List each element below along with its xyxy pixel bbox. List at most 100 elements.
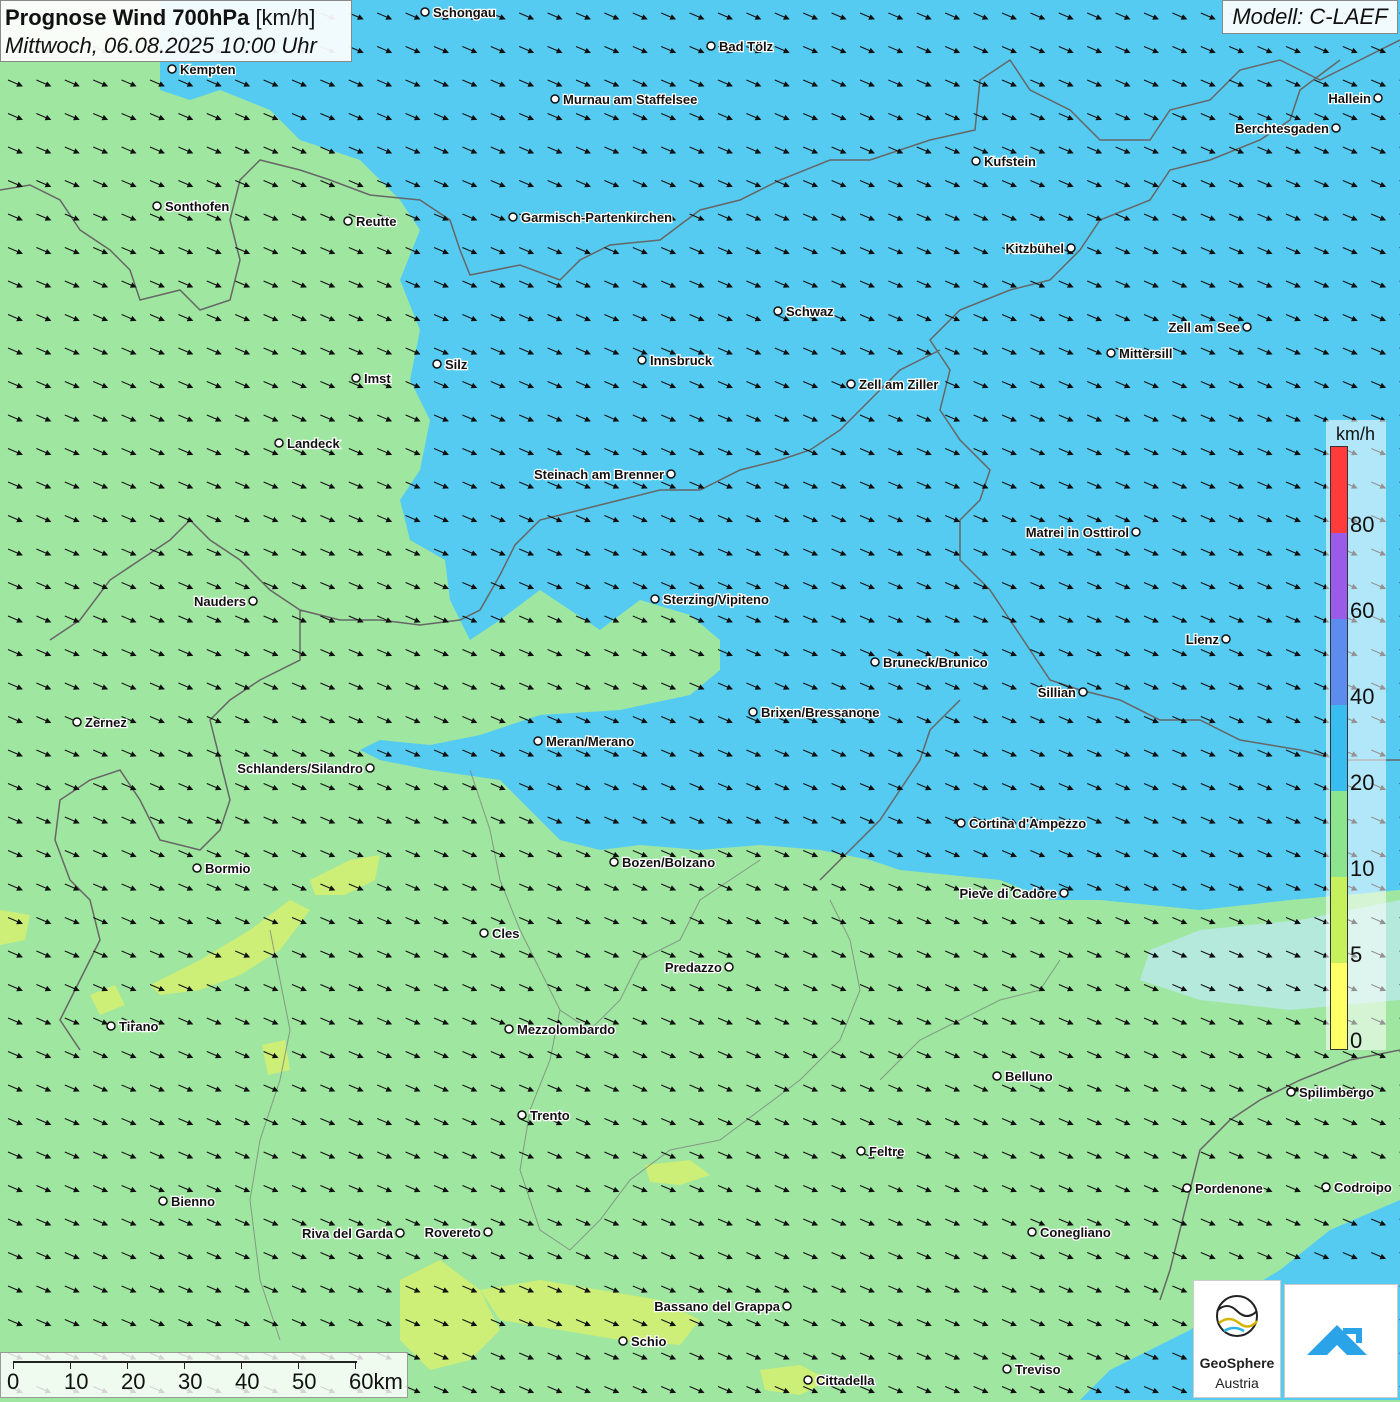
city-label: Kitzbühel (1006, 241, 1065, 256)
city-steinach-am-brenner: Steinach am Brenner (534, 467, 675, 482)
scale-tick (13, 1361, 14, 1369)
city-label: Conegliano (1040, 1225, 1111, 1240)
city-dot (638, 356, 646, 364)
city-berchtesgaden: Berchtesgaden (1235, 121, 1340, 136)
partner-logo[interactable] (1284, 1284, 1398, 1398)
city-label: Codroipo (1334, 1180, 1392, 1195)
legend-segment (1331, 705, 1347, 791)
city-label: Berchtesgaden (1235, 121, 1329, 136)
city-dot (518, 1111, 526, 1119)
city-pordenone: Pordenone (1183, 1181, 1263, 1196)
city-label: Landeck (287, 436, 341, 451)
city-dot (993, 1072, 1001, 1080)
city-label: Predazzo (665, 960, 722, 975)
title-box: Prognose Wind 700hPa [km/h] Mittwoch, 06… (0, 0, 352, 62)
city-label: Schio (631, 1334, 666, 1349)
city-label: Bassano del Grappa (654, 1299, 780, 1314)
legend-label: 40 (1350, 684, 1374, 710)
city-garmisch-partenkirchen: Garmisch-Partenkirchen (509, 210, 672, 225)
city-conegliano: Conegliano (1028, 1225, 1111, 1240)
city-label: Bad Tölz (719, 39, 774, 54)
city-zell-am-ziller: Zell am Ziller (847, 377, 938, 392)
city-dot (1107, 349, 1115, 357)
scale-label: 30 (178, 1369, 202, 1395)
city-label: Garmisch-Partenkirchen (521, 210, 672, 225)
city-murnau-am-staffelsee: Murnau am Staffelsee (551, 92, 697, 107)
city-dot (73, 718, 81, 726)
city-label: Bienno (171, 1194, 215, 1209)
city-dot (480, 929, 488, 937)
legend-unit: km/h (1336, 424, 1375, 445)
geosphere-logo[interactable]: GeoSphere Austria (1193, 1280, 1281, 1398)
city-dot (804, 1376, 812, 1384)
city-zell-am-see: Zell am See (1168, 320, 1251, 335)
city-label: Cortina d'Ampezzo (969, 816, 1086, 831)
city-dot (249, 597, 257, 605)
city-label: Kempten (180, 62, 236, 77)
city-dot (749, 708, 757, 716)
city-label: Rovereto (425, 1225, 481, 1240)
city-dot (344, 217, 352, 225)
logo-text-geosphere: GeoSphere (1194, 1355, 1280, 1371)
city-dot (275, 439, 283, 447)
logo-text-austria: Austria (1194, 1375, 1280, 1391)
partner-logo-icon (1285, 1285, 1397, 1397)
city-dot (783, 1302, 791, 1310)
city-riva-del-garda: Riva del Garda (302, 1226, 404, 1241)
city-label: Cles (492, 926, 519, 941)
city-dot (1067, 244, 1075, 252)
city-dot (433, 360, 441, 368)
city-dot (1322, 1183, 1330, 1191)
city-label: Belluno (1005, 1069, 1053, 1084)
city-dot (1028, 1228, 1036, 1236)
city-label: Spilimbergo (1299, 1085, 1374, 1100)
city-sterzing-vipiteno: Sterzing/Vipiteno (651, 592, 769, 607)
city-pieve-di-cadore: Pieve di Cadore (959, 886, 1068, 901)
city-brixen-bressanone: Brixen/Bressanone (749, 705, 880, 720)
city-label: Lienz (1186, 632, 1220, 647)
city-innsbruck: Innsbruck (638, 353, 713, 368)
scale-label: 60km (349, 1369, 403, 1395)
scale-tick (184, 1361, 185, 1369)
legend-segment (1331, 877, 1347, 963)
city-dot (352, 374, 360, 382)
city-label: Tirano (119, 1019, 159, 1034)
legend-label: 60 (1350, 598, 1374, 624)
city-dot (421, 8, 429, 16)
legend-segment (1331, 619, 1347, 705)
geosphere-logo-icon (1194, 1281, 1280, 1351)
model-label: Modell: C-LAEF (1222, 0, 1398, 34)
scale-label: 0 (7, 1369, 19, 1395)
scale-tick (127, 1361, 128, 1369)
title-text: Prognose Wind 700hPa (5, 5, 249, 30)
city-label: Treviso (1015, 1362, 1061, 1377)
legend-label: 0 (1350, 1028, 1362, 1054)
city-label: Sonthofen (165, 199, 229, 214)
city-dot (651, 595, 659, 603)
city-dot (107, 1022, 115, 1030)
city-label: Riva del Garda (302, 1226, 394, 1241)
city-label: Bozen/Bolzano (622, 855, 715, 870)
city-label: Silz (445, 357, 468, 372)
city-dot (725, 963, 733, 971)
city-label: Cittadella (816, 1373, 875, 1388)
city-dot (168, 65, 176, 73)
city-label: Schwaz (786, 304, 834, 319)
forecast-datetime: Mittwoch, 06.08.2025 10:00 Uhr (5, 32, 351, 59)
scale-tick (355, 1361, 356, 1369)
scale-tick (70, 1361, 71, 1369)
city-dot (972, 157, 980, 165)
city-label: Meran/Merano (546, 734, 634, 749)
scale-label: 40 (235, 1369, 259, 1395)
wind-map: SchongauBad TölzKemptenMurnau am Staffel… (0, 0, 1400, 1400)
color-legend: km/h 806040201050 (1326, 420, 1386, 1050)
city-spilimbergo: Spilimbergo (1287, 1085, 1374, 1100)
legend-label: 10 (1350, 856, 1374, 882)
city-dot (1222, 635, 1230, 643)
legend-label: 5 (1350, 942, 1362, 968)
city-label: Sterzing/Vipiteno (663, 592, 769, 607)
city-label: Feltre (869, 1144, 904, 1159)
city-dot (774, 307, 782, 315)
city-label: Sillian (1038, 685, 1076, 700)
scale-tick (298, 1361, 299, 1369)
